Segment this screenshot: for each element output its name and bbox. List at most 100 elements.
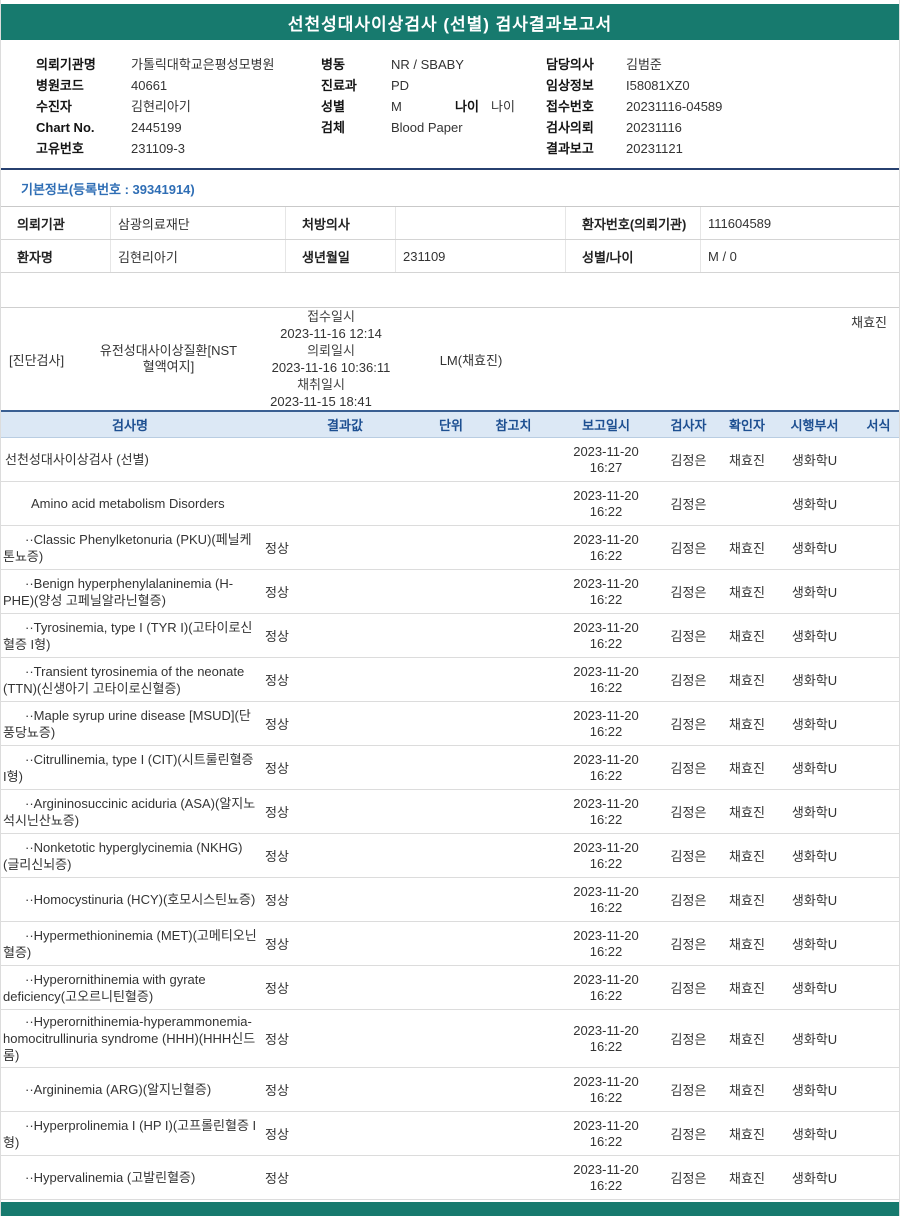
- department: 생화학U: [791, 541, 838, 556]
- header-field-label: Chart No.: [36, 120, 95, 135]
- report-datetime: 2023-11-20 16:22: [573, 927, 639, 959]
- header-field-label: 고유번호: [36, 141, 84, 156]
- unit: [431, 809, 471, 815]
- unit: [431, 677, 471, 683]
- form: [856, 853, 899, 859]
- reference-range: [471, 985, 556, 991]
- result-value: 정상: [265, 1032, 289, 1047]
- basic-info-label: 성별/나이: [566, 240, 701, 272]
- test-name: ··Hypervalinemia (고발린혈증): [25, 1170, 196, 1185]
- form: [856, 1175, 899, 1181]
- results-body: 선천성대사이상검사 (선별) 2023-11-20 16:27 김정은 채효진 생화학U…: [1, 438, 899, 1216]
- unit: [431, 633, 471, 639]
- header-field-value: 20231116: [626, 120, 682, 135]
- results-column-header: 결과값: [327, 418, 363, 433]
- header-field-value: 231109-3: [131, 141, 185, 156]
- tester: 김정은: [670, 805, 707, 820]
- header-field: 수진자 김현리아기: [36, 96, 321, 117]
- test-name: ··Maple syrup urine disease [MSUD](단풍당뇨증…: [3, 707, 251, 740]
- results-header: 검사명 결과값 단위 참고치 보고일시 검사자 확인자 시행부서 서식: [1, 410, 899, 438]
- results-column-header: 확인자: [729, 418, 765, 433]
- reference-range: [471, 545, 556, 551]
- checker: 채효진: [729, 629, 765, 644]
- test-name: ··Transient tyrosinemia of the neonate (…: [3, 663, 245, 696]
- basic-info-label: 처방의사: [286, 207, 396, 239]
- diag-datetime-value: 2023-11-15 18:41: [270, 394, 372, 409]
- result-row: ··Hypermethioninemia (MET)(고메티오닌혈증) 정상 202…: [1, 922, 899, 966]
- checker: 채효진: [729, 453, 765, 468]
- test-name: ··Hyperornithinemia with gyrate deficien…: [3, 971, 206, 1004]
- header-field-value: 40661: [131, 78, 168, 93]
- diag-datetime-value: 2023-11-16 10:36:11: [271, 360, 391, 375]
- checker: 채효진: [729, 1171, 765, 1186]
- result-row: ··Hyperornithinemia-hyperammonemia-homoc…: [1, 1010, 899, 1068]
- header-field: 검체 Blood Paper: [321, 117, 546, 138]
- department: 생화학U: [791, 981, 838, 996]
- tester: 김정은: [670, 717, 707, 732]
- header-field-value: 김현리아기: [131, 99, 191, 114]
- result-value: 정상: [265, 1127, 289, 1142]
- checker: 채효진: [729, 981, 765, 996]
- reference-range: [471, 589, 556, 595]
- unit: [431, 985, 471, 991]
- department: 생화학U: [791, 1083, 838, 1098]
- checker: 채효진: [729, 893, 765, 908]
- department: 생화학U: [791, 717, 838, 732]
- tester: 김정은: [670, 1083, 707, 1098]
- header-field-value: NR / SBABY: [391, 57, 464, 72]
- form: [856, 809, 899, 815]
- result-row: Amino acid metabolism Disorders 2023-11-2…: [1, 482, 899, 526]
- header-field-label: 검사의뢰: [546, 120, 594, 135]
- test-name: ··Benign hyperphenylalaninemia (H-PHE)(양…: [3, 575, 234, 608]
- report-datetime: 2023-11-20 16:22: [573, 1022, 639, 1054]
- tester: 김정은: [670, 1127, 707, 1142]
- header-field-label: 검체: [321, 120, 345, 135]
- department: 생화학U: [791, 673, 838, 688]
- results-column-header: 시행부서: [790, 418, 839, 433]
- diagnosis-collector: 채효진: [851, 315, 887, 330]
- header-field-label: 의뢰기관명: [36, 57, 96, 72]
- result-value: 정상: [265, 1083, 289, 1098]
- result-value: 정상: [265, 629, 289, 644]
- diagnosis-test-name: 유전성대사이상질환[NST 혈액여지]: [99, 343, 238, 374]
- report-datetime: 2023-11-20 16:22: [573, 575, 639, 607]
- diag-datetime-label: 채취일시: [297, 377, 345, 392]
- reference-range: [471, 721, 556, 727]
- checker: 채효진: [729, 585, 765, 600]
- unit: [431, 1131, 471, 1137]
- diag-datetime: 접수일시 2023-11-16 12:14: [246, 308, 416, 342]
- header-field: 병동 NR / SBABY: [321, 54, 546, 75]
- unit: [431, 853, 471, 859]
- report-datetime: 2023-11-20 16:22: [573, 531, 639, 563]
- results-column-header: 검사명: [112, 418, 148, 433]
- reference-range: [471, 1087, 556, 1093]
- test-name: ··Argininemia (ARG)(알지닌혈증): [25, 1082, 212, 1097]
- reference-range: [471, 941, 556, 947]
- header-field-label: 담당의사: [546, 57, 594, 72]
- reference-range: [471, 765, 556, 771]
- basic-info-value: 김현리아기: [111, 240, 286, 272]
- diag-datetime-label: 접수일시: [307, 309, 355, 324]
- report-datetime: 2023-11-20 16:22: [573, 619, 639, 651]
- header-field: 의뢰기관명 가톨릭대학교은평성모병원: [36, 54, 321, 75]
- header-field-label: 접수번호: [546, 99, 594, 114]
- checker: 채효진: [729, 1127, 765, 1142]
- tester: 김정은: [670, 1171, 707, 1186]
- reference-range: [471, 897, 556, 903]
- result-row: ··Hyperprolinemia I (HP I)(고프롤린혈증 I형) 정상 2…: [1, 1112, 899, 1156]
- basic-info-value: [396, 207, 566, 239]
- checker: 채효진: [729, 673, 765, 688]
- header-field-label: 진료과: [321, 78, 357, 93]
- form: [856, 941, 899, 947]
- test-name: ··Classic Phenylketonuria (PKU)(페닐케톤뇨증): [3, 531, 252, 564]
- unit: [431, 941, 471, 947]
- header-col-right: 담당의사 김범준 임상정보 I58081XZ0 접수번호 20231116-04589 검사…: [546, 54, 899, 159]
- result-value: 정상: [265, 849, 289, 864]
- form: [856, 501, 899, 507]
- tester: 김정은: [670, 981, 707, 996]
- diagnosis-lm: LM(채효진): [439, 352, 503, 368]
- header-field-value: 2445199: [131, 120, 182, 135]
- result-row: ··Hypervalinemia (고발린혈증) 정상 2023-11-20 16:…: [1, 1156, 899, 1200]
- result-row: ··Homocystinuria (HCY)(호모시스틴뇨증) 정상 2023-11…: [1, 878, 899, 922]
- unit: [431, 721, 471, 727]
